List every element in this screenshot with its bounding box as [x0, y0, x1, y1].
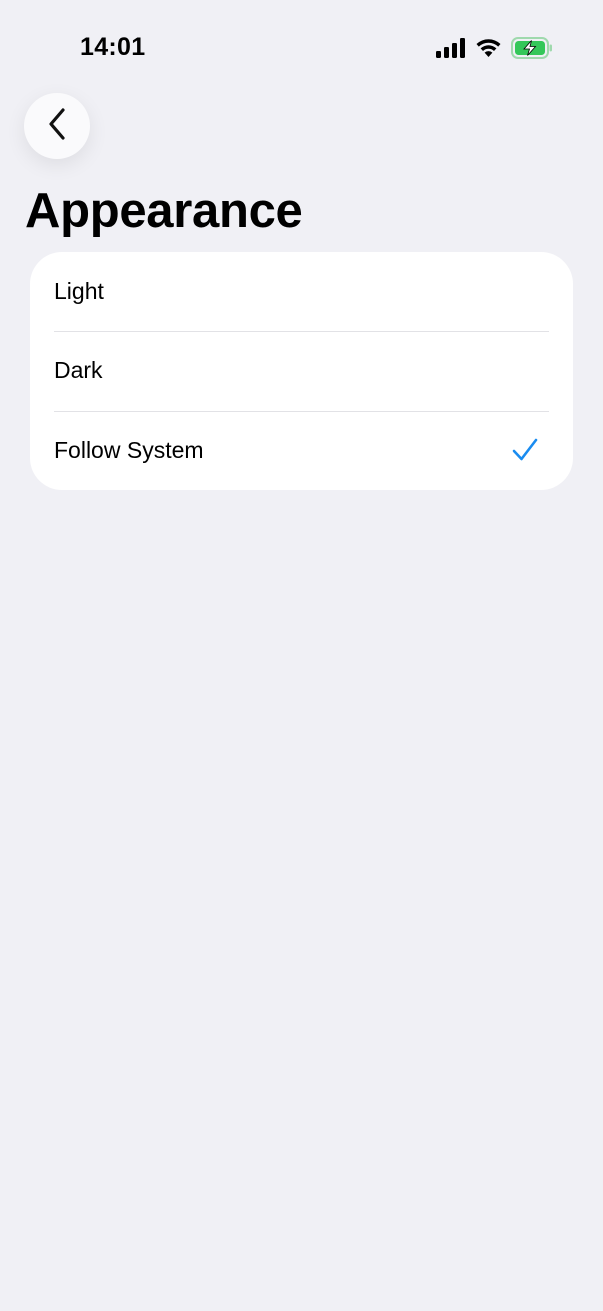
option-label: Follow System	[54, 436, 204, 463]
page-title: Appearance	[25, 184, 303, 238]
option-label: Dark	[54, 357, 103, 384]
status-time: 14:01	[80, 33, 146, 61]
appearance-options-list: Light Dark Follow System	[30, 252, 573, 490]
status-bar: 14:01	[0, 0, 603, 90]
option-dark[interactable]: Dark	[30, 331, 573, 410]
status-icons	[436, 37, 553, 64]
checkmark-icon	[511, 436, 539, 464]
wifi-icon	[475, 38, 502, 63]
back-button[interactable]	[24, 93, 90, 159]
battery-charging-icon	[511, 37, 553, 64]
option-light[interactable]: Light	[30, 252, 573, 331]
option-follow-system[interactable]: Follow System	[30, 410, 573, 490]
cellular-signal-icon	[436, 38, 466, 63]
chevron-left-icon	[46, 107, 68, 146]
option-label: Light	[54, 278, 104, 305]
